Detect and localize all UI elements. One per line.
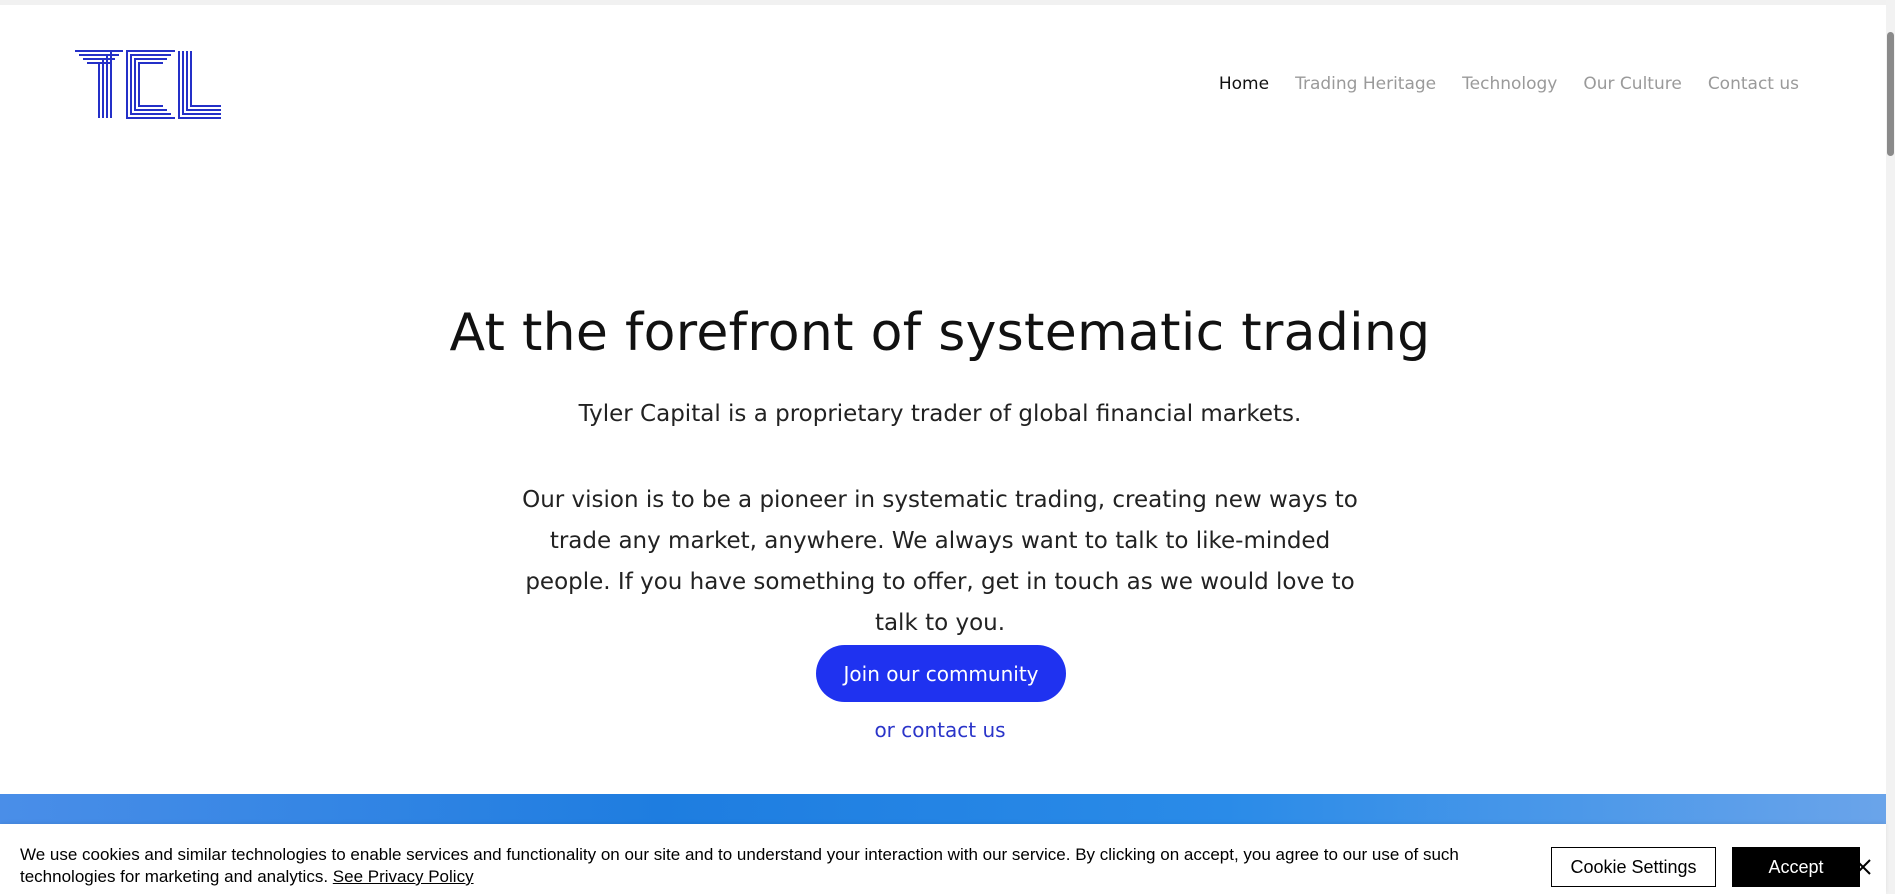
nav-trading-heritage[interactable]: Trading Heritage [1295, 74, 1436, 94]
cookie-message-text: We use cookies and similar technologies … [20, 845, 1459, 886]
cookie-close-button[interactable] [1848, 852, 1878, 882]
close-icon [1855, 859, 1871, 875]
accept-cookies-button[interactable]: Accept [1732, 847, 1860, 887]
join-community-button[interactable]: Join our community [816, 645, 1066, 702]
nav-technology[interactable]: Technology [1462, 74, 1557, 94]
tcl-logo-icon [75, 50, 221, 119]
hero-body: Our vision is to be a pioneer in systema… [522, 487, 1358, 636]
hero-subtitle: Tyler Capital is a proprietary trader of… [578, 401, 1302, 427]
nav-home[interactable]: Home [1219, 74, 1269, 94]
cookie-settings-button[interactable]: Cookie Settings [1551, 847, 1716, 887]
top-edge [0, 0, 1895, 5]
hero-section: At the forefront of systematic trading T… [0, 298, 1880, 644]
cookie-message: We use cookies and similar technologies … [20, 844, 1520, 888]
logo-link[interactable] [74, 50, 222, 119]
cookie-banner: We use cookies and similar technologies … [0, 824, 1886, 894]
scrollbar-thumb[interactable] [1887, 32, 1894, 156]
privacy-policy-link[interactable]: See Privacy Policy [333, 867, 474, 886]
main-nav: Home Trading Heritage Technology Our Cul… [1219, 74, 1799, 94]
contact-us-link[interactable]: or contact us [0, 718, 1880, 742]
hero-title: At the forefront of systematic trading [449, 303, 1431, 363]
nav-contact-us[interactable]: Contact us [1708, 74, 1799, 94]
nav-our-culture[interactable]: Our Culture [1583, 74, 1681, 94]
page-scrollbar[interactable] [1886, 0, 1895, 894]
